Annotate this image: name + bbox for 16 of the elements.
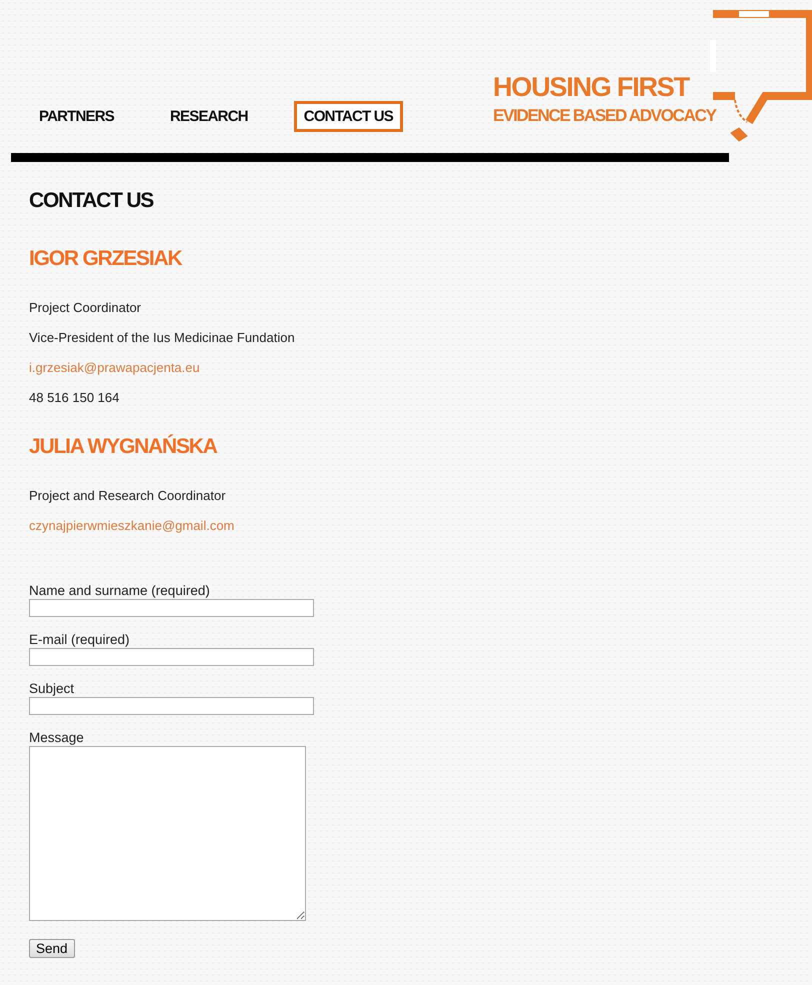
field-label: E-mail (required) [29, 632, 131, 647]
contact-detail: Project Coordinator [29, 301, 142, 315]
logo-title: HOUSING FIRST [493, 71, 690, 104]
contact-name: IGOR GRZESIAK [29, 247, 183, 271]
field-label: Name and surname (required) [29, 583, 211, 598]
field-label: Message [29, 730, 85, 745]
field-label: Subject [29, 681, 76, 696]
contact-name: JULIA WYGNAŃSKA [29, 435, 218, 459]
nav-link[interactable]: CONTACT US [294, 101, 403, 132]
nav-link[interactable]: PARTNERS [29, 101, 124, 132]
contact-detail: Vice-President of the Ius Medicinae Fundation [29, 331, 296, 345]
page-heading: CONTACT US [29, 189, 154, 213]
contact-detail: 48 516 150 164 [29, 391, 120, 405]
contact-detail: Project and Research Coordinator [29, 489, 227, 503]
logo-subtitle: EVIDENCE BASED ADVOCACY [493, 105, 716, 127]
nav-link[interactable]: RESEARCH [160, 101, 258, 132]
